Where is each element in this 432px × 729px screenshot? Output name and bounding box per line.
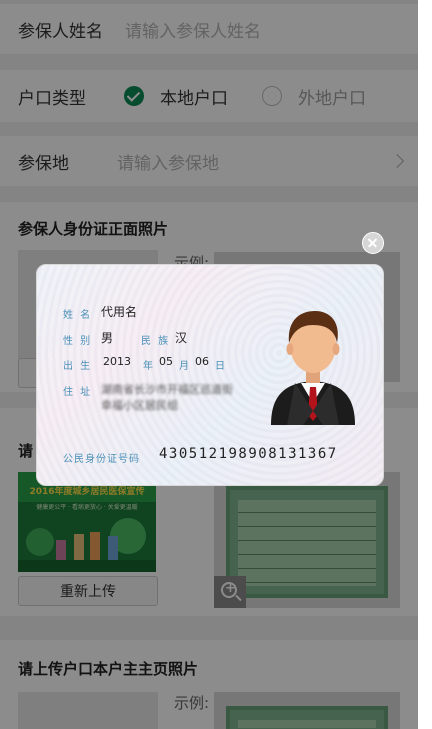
card-name-value: 代用名: [101, 305, 138, 319]
portrait-avatar-icon: [271, 311, 355, 425]
card-name-key: 姓 名: [63, 310, 93, 321]
enrollment-page: 参保人姓名 请输入参保人姓名 户口类型 本地户口 外地户口 参保地 请输入参保地…: [0, 0, 418, 729]
card-id-number: 430512198908131367: [159, 446, 338, 462]
card-gender-key: 性 别: [63, 336, 93, 347]
card-birth-year: 2013: [103, 355, 131, 368]
id-card-example-preview: 姓 名 代用名 性 别 男 民 族 汉 出 生 2013 年 05 月 06 日…: [36, 264, 384, 486]
scrollbar[interactable]: [418, 0, 432, 729]
card-birth-day: 06: [195, 355, 209, 368]
close-icon[interactable]: [362, 232, 384, 254]
card-gender-value: 男: [101, 331, 114, 345]
card-ethnicity-key: 民 族: [141, 336, 171, 347]
card-address-line2: 幸福小区居民组: [101, 399, 178, 412]
card-birth-key: 出 生: [63, 361, 93, 372]
card-ethnicity-value: 汉: [175, 331, 188, 345]
card-day-unit: 日: [215, 361, 225, 372]
card-address-key: 住 址: [63, 387, 93, 398]
card-address-line1: 湖南省长沙市开福区巡道街: [101, 383, 233, 396]
card-birth-month: 05: [159, 355, 173, 368]
card-id-key: 公民身份证号码: [63, 454, 140, 465]
card-year-unit: 年: [143, 361, 153, 372]
card-month-unit: 月: [179, 361, 189, 372]
